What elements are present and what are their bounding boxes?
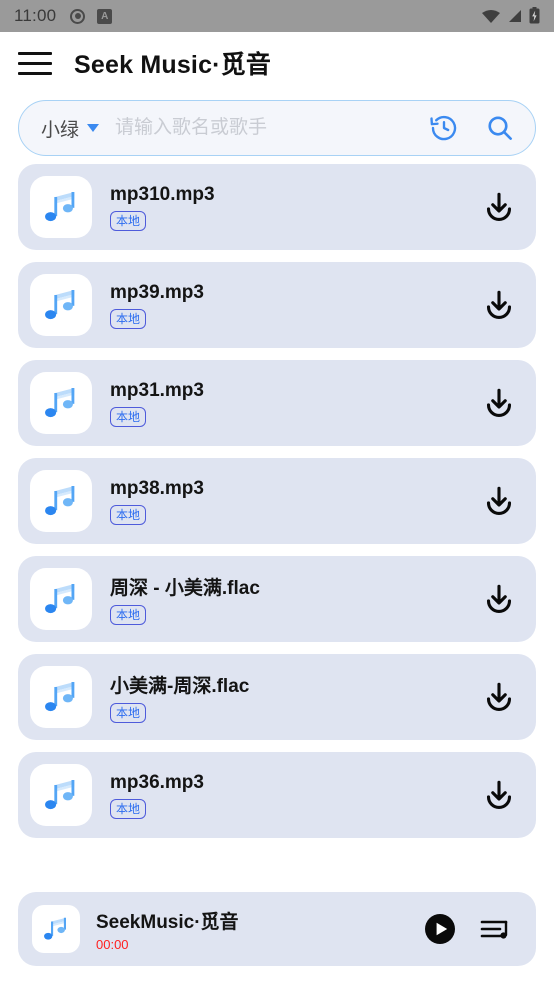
status-bar: 11:00 A (0, 0, 554, 32)
song-title: 周深 - 小美满.flac (110, 578, 260, 599)
download-button[interactable] (482, 778, 516, 812)
music-note-icon (45, 486, 75, 516)
player-bar-wrapper: SeekMusic·觅音 00:00 (0, 892, 554, 984)
download-button[interactable] (482, 386, 516, 420)
song-album-art (30, 764, 92, 826)
player-track-meta: SeekMusic·觅音 00:00 (96, 907, 424, 952)
download-button[interactable] (482, 484, 516, 518)
player-track-title: SeekMusic·觅音 (96, 911, 239, 933)
search-scope-label: 小绿 (41, 119, 80, 141)
search-icon[interactable] (485, 113, 515, 143)
download-icon (486, 192, 512, 221)
app-bar: Seek Music·觅音 (0, 32, 554, 94)
song-list[interactable]: mp310.mp3 本地 mp39.mp3 本地 mp31.mp3 本地 mp3… (0, 156, 554, 870)
song-list-item[interactable]: mp31.mp3 本地 (18, 360, 536, 446)
search-scope-dropdown[interactable]: 小绿 (41, 115, 100, 142)
search-section: 小绿 (0, 94, 554, 156)
hamburger-menu-icon[interactable] (18, 48, 52, 78)
download-icon (486, 584, 512, 613)
music-note-icon (45, 192, 75, 222)
download-button[interactable] (482, 582, 516, 616)
music-note-icon (45, 780, 75, 810)
playlist-queue-icon[interactable] (480, 914, 514, 944)
status-bar-left-icons: A (70, 8, 113, 24)
song-list-item[interactable]: 周深 - 小美满.flac 本地 (18, 556, 536, 642)
song-album-art (30, 666, 92, 728)
download-button[interactable] (482, 190, 516, 224)
song-meta: mp31.mp3 本地 (110, 380, 482, 427)
mini-player-bar[interactable]: SeekMusic·觅音 00:00 (18, 892, 536, 966)
song-list-item[interactable]: 小美满-周深.flac 本地 (18, 654, 536, 740)
song-title: mp36.mp3 (110, 771, 204, 793)
song-meta: 周深 - 小美满.flac 本地 (110, 573, 482, 625)
page-title: Seek Music·觅音 (74, 51, 272, 79)
song-title: mp38.mp3 (110, 477, 204, 499)
status-badge: 本地 (110, 504, 147, 525)
status-badge: 本地 (110, 210, 147, 231)
song-meta: mp36.mp3 本地 (110, 772, 482, 819)
song-meta: 小美满-周深.flac 本地 (110, 671, 482, 723)
song-list-item[interactable]: mp36.mp3 本地 (18, 752, 536, 838)
history-clock-icon[interactable] (429, 113, 459, 143)
download-button[interactable] (482, 680, 516, 714)
status-badge: 本地 (110, 703, 147, 723)
download-icon (486, 290, 512, 319)
chevron-down-icon (87, 124, 100, 132)
song-album-art (30, 470, 92, 532)
song-title: mp31.mp3 (110, 379, 204, 401)
music-note-icon (45, 388, 75, 418)
song-meta: mp310.mp3 本地 (110, 184, 482, 231)
song-title: mp310.mp3 (110, 183, 215, 205)
song-album-art (30, 372, 92, 434)
status-bar-clock: 11:00 (14, 6, 57, 25)
song-album-art (30, 274, 92, 336)
download-icon (486, 388, 512, 417)
player-elapsed-time: 00:00 (96, 936, 129, 952)
song-meta: mp39.mp3 本地 (110, 282, 482, 329)
download-icon (486, 682, 512, 711)
song-list-item[interactable]: mp39.mp3 本地 (18, 262, 536, 348)
cellular-signal-icon (509, 10, 521, 22)
download-button[interactable] (482, 288, 516, 322)
status-badge: 本地 (110, 308, 147, 329)
music-note-icon (44, 917, 66, 940)
status-badge: 本地 (110, 406, 147, 427)
music-note-icon (45, 682, 75, 712)
record-icon (70, 8, 86, 24)
song-list-item[interactable]: mp38.mp3 本地 (18, 458, 536, 544)
status-badge: 本地 (110, 605, 147, 625)
app-screen: 11:00 A Seek Music·觅音 小绿 请输入歌名或歌手 mp310.… (0, 0, 554, 984)
search-input[interactable] (115, 117, 419, 139)
music-note-icon (45, 290, 75, 320)
player-actions (424, 913, 514, 945)
app-badge-a-icon: A (97, 8, 113, 24)
status-bar-right-icons (481, 7, 540, 25)
search-actions (429, 113, 515, 143)
song-title: 小美满-周深.flac (110, 676, 250, 697)
wifi-icon (482, 10, 500, 23)
download-icon (486, 486, 512, 515)
song-meta: mp38.mp3 本地 (110, 478, 482, 525)
battery-charging-icon (529, 7, 540, 24)
song-album-art (30, 176, 92, 238)
player-album-art (32, 905, 80, 953)
song-list-item[interactable]: mp310.mp3 本地 (18, 164, 536, 250)
play-icon[interactable] (424, 913, 456, 945)
song-title: mp39.mp3 (110, 281, 204, 303)
music-note-icon (45, 584, 75, 614)
song-album-art (30, 568, 92, 630)
search-bar: 小绿 (18, 100, 536, 156)
download-icon (486, 780, 512, 809)
status-badge: 本地 (110, 798, 147, 819)
